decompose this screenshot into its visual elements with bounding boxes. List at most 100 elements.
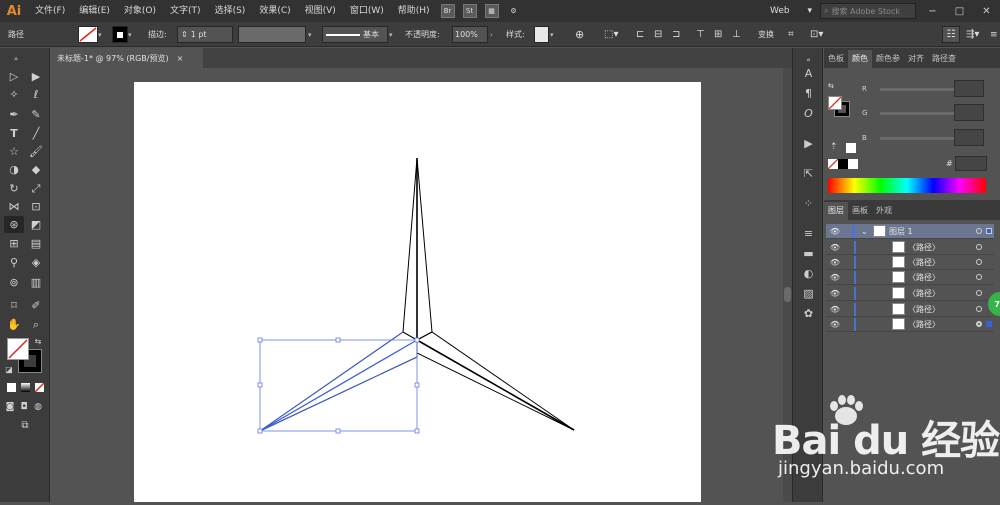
align-center-h-icon[interactable]: ⊟	[654, 26, 662, 43]
align-middle-v-icon[interactable]: ⊞	[714, 26, 722, 43]
mesh-tool-icon[interactable]: ⊞	[4, 235, 24, 252]
character-panel-icon[interactable]: A	[800, 66, 817, 81]
default-colors-icon[interactable]: ◪	[3, 363, 15, 375]
draw-inside-icon[interactable]: ◍	[31, 398, 45, 415]
fill-swatch[interactable]	[78, 26, 98, 43]
collapse-arrows-icon[interactable]: «	[800, 52, 817, 67]
workspace-switcher[interactable]: Web ▾	[766, 2, 816, 19]
select-similar-icon[interactable]: ⊡▾	[810, 26, 823, 43]
black-swatch[interactable]	[838, 159, 848, 169]
slider-track[interactable]	[880, 87, 960, 91]
visibility-eye-icon[interactable]: 👁	[826, 320, 844, 329]
control-menu-icon[interactable]: ≡	[990, 26, 998, 43]
default-colors-icon[interactable]: ⇆	[828, 82, 840, 92]
visibility-eye-icon[interactable]: 👁	[826, 258, 844, 267]
fill-color-box[interactable]	[7, 338, 29, 360]
profile-dropdown[interactable]: ▾	[308, 26, 318, 43]
artboard[interactable]	[134, 82, 701, 502]
menu-window[interactable]: 窗口(W)	[343, 0, 391, 22]
visibility-eye-icon[interactable]: 👁	[826, 243, 844, 252]
direct-selection-tool-icon[interactable]: ▶	[26, 68, 46, 85]
line-segment-tool-icon[interactable]: ╱	[26, 125, 46, 142]
menu-object[interactable]: 对象(O)	[117, 0, 163, 22]
shape-builder-tool-icon[interactable]: ⊛	[4, 216, 24, 233]
minimize-button[interactable]: −	[919, 0, 946, 22]
stroke-dropdown[interactable]: ▾	[128, 26, 138, 43]
zoom-tool-icon[interactable]: ⌕	[26, 316, 46, 333]
gradient-panel-icon[interactable]: ▬	[800, 246, 817, 261]
close-window-button[interactable]: ✕	[973, 0, 1000, 22]
layer-row-path[interactable]: 👁 〈路径〉	[826, 240, 994, 255]
layer-row-layer-1[interactable]: 👁 ⌄ 图层 1	[826, 224, 994, 239]
bridge-icon[interactable]: Br	[440, 4, 455, 18]
stock-icon[interactable]: St	[462, 4, 477, 18]
appearance-panel-icon[interactable]: ▨	[800, 286, 817, 301]
align-top-icon[interactable]: ⊤	[696, 26, 705, 43]
curvature-tool-icon[interactable]: ✎	[26, 106, 46, 123]
menu-edit[interactable]: 编辑(E)	[72, 0, 117, 22]
transparency-panel-icon[interactable]: ◐	[800, 266, 817, 281]
swap-fill-stroke-icon[interactable]: ⇆	[32, 335, 44, 347]
arrange-icon[interactable]: ⇶▾	[966, 26, 979, 43]
symbols-panel-icon[interactable]: ⁘	[800, 196, 817, 211]
menu-effect[interactable]: 效果(C)	[252, 0, 297, 22]
none-mode-icon[interactable]	[34, 382, 45, 393]
recolor-artwork-icon[interactable]: ⊕	[575, 26, 584, 43]
magic-wand-tool-icon[interactable]: ✧	[4, 86, 24, 103]
isolate-icon[interactable]: ⌗	[788, 26, 794, 43]
brush-dropdown[interactable]: ▾	[389, 26, 399, 43]
visibility-eye-icon[interactable]: 👁	[826, 227, 844, 236]
draw-normal-icon[interactable]: ◙	[3, 398, 17, 415]
stroke-weight-field[interactable]: ⇕ 1 pt	[177, 26, 233, 43]
visibility-eye-icon[interactable]: 👁	[826, 273, 844, 282]
star-tool-icon[interactable]: ☆	[4, 143, 24, 160]
eyedropper-tool-icon[interactable]: ⚲	[4, 254, 24, 271]
arrange-documents-icon[interactable]: ▦	[484, 4, 499, 18]
tab-pathfinder[interactable]: 路径查	[928, 50, 960, 68]
scale-tool-icon[interactable]: ⤢	[26, 180, 46, 197]
color-fill-swatch[interactable]	[828, 96, 842, 110]
paintbrush-tool-icon[interactable]: 🖌	[26, 143, 46, 160]
symbol-sprayer-tool-icon[interactable]: ⊚	[4, 274, 24, 291]
shaper-tool-icon[interactable]: ◑	[4, 161, 24, 178]
pen-tool-icon[interactable]: ✒	[4, 106, 24, 123]
graphic-style-swatch[interactable]	[534, 26, 549, 43]
value-field-r[interactable]	[954, 80, 984, 97]
selection-tool-icon[interactable]: ▷	[4, 68, 24, 85]
artwork[interactable]	[134, 82, 701, 502]
gpu-performance-icon[interactable]: ⚙	[507, 4, 521, 18]
out-of-gamut-icon[interactable]: ⇡	[830, 142, 838, 152]
gradient-tool-icon[interactable]: ▤	[26, 235, 46, 252]
slider-blue[interactable]: B	[862, 129, 984, 146]
target-circle-icon[interactable]	[976, 228, 982, 234]
opacity-arrow[interactable]: ›	[490, 26, 500, 43]
stroke-panel-icon[interactable]: ≡	[800, 226, 817, 241]
target-circle-icon[interactable]	[976, 306, 982, 312]
graphic-styles-panel-icon[interactable]: ✿	[800, 306, 817, 321]
value-field-g[interactable]	[954, 104, 984, 121]
align-bottom-icon[interactable]: ⊥	[732, 26, 741, 43]
transform-label[interactable]: 变换	[758, 26, 774, 43]
slider-track[interactable]	[880, 111, 960, 115]
hex-field[interactable]	[955, 156, 987, 171]
menu-type[interactable]: 文字(T)	[163, 0, 208, 22]
fill-dropdown[interactable]: ▾	[98, 26, 108, 43]
menu-select[interactable]: 选择(S)	[208, 0, 253, 22]
column-graph-tool-icon[interactable]: ▥	[26, 274, 46, 291]
tab-swatches[interactable]: 色板	[824, 50, 848, 68]
visibility-eye-icon[interactable]: 👁	[826, 305, 844, 314]
gradient-mode-icon[interactable]	[21, 383, 30, 392]
screen-mode-icon[interactable]: ⧉	[15, 417, 35, 434]
target-circle-icon[interactable]	[976, 274, 982, 280]
tab-align[interactable]: 对齐	[904, 50, 928, 68]
layer-row-path[interactable]: 👁 〈路径〉	[826, 302, 994, 317]
stroke-swatch[interactable]	[112, 26, 128, 43]
variable-width-profile[interactable]	[238, 26, 306, 43]
align-right-icon[interactable]: ⊐	[672, 26, 680, 43]
tab-artboards[interactable]: 画板	[848, 202, 872, 220]
links-panel-icon[interactable]: ⇱	[800, 166, 817, 181]
target-circle-icon[interactable]	[976, 244, 982, 250]
style-dropdown[interactable]: ▾	[550, 26, 560, 43]
collapse-arrows-icon[interactable]: »	[6, 50, 26, 67]
none-swatch[interactable]	[827, 158, 839, 170]
